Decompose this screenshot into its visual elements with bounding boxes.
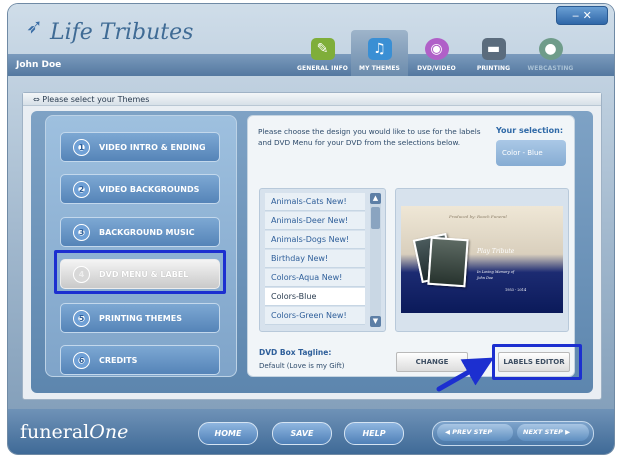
tagline-label: DVD Box Tagline:: [259, 348, 332, 357]
printer-icon: ▬: [481, 38, 506, 60]
next-step-button[interactable]: NEXT STEP ▶: [517, 424, 589, 441]
selection-value: Color - Blue: [496, 140, 566, 166]
list-item[interactable]: Colors-Aqua New!: [265, 269, 365, 287]
tab-webcasting[interactable]: ● WEBCASTING: [522, 30, 579, 76]
app-window: ‒ ✕ ➶ Life Tributes John Doe ✎ GENERAL I…: [8, 4, 614, 454]
tab-label: GENERAL INFO: [297, 65, 348, 72]
themes-panel: ⇔ Please select your Themes 1 VIDEO INTR…: [22, 92, 602, 400]
brand-plain: funeral: [20, 421, 90, 443]
theme-preview: Produced by: Roach Funeral Play Tribute …: [401, 206, 563, 313]
funeral-one-logo: funeralOne: [20, 421, 128, 443]
step-number-5-icon: 5: [73, 309, 90, 327]
help-button[interactable]: HELP: [344, 422, 404, 445]
step-printing-themes[interactable]: 5 PRINTING THEMES: [60, 303, 220, 333]
preview-dates: 1953 - 2014: [505, 288, 527, 292]
list-item[interactable]: Colors-Blue: [265, 288, 365, 306]
scroll-thumb[interactable]: [371, 207, 380, 229]
app-logo: Life Tributes: [50, 20, 193, 45]
tab-label: DVD/VIDEO: [417, 65, 456, 72]
step-number-6-icon: 6: [73, 351, 90, 369]
brand-italic: One: [89, 421, 129, 443]
step-nav: ◀ PREV STEP NEXT STEP ▶: [432, 421, 594, 446]
next-step-label: NEXT STEP: [523, 428, 563, 436]
steps-column: 1 VIDEO INTRO & ENDING 2 VIDEO BACKGROUN…: [45, 115, 237, 377]
user-name: John Doe: [16, 60, 62, 70]
panel-title-icon: ⇔: [33, 95, 43, 104]
selection-label: Your selection:: [496, 126, 564, 135]
list-item[interactable]: Animals-Deer New!: [265, 212, 365, 230]
document-edit-icon: ✎: [310, 38, 335, 60]
labels-editor-highlight: [492, 344, 582, 380]
list-item[interactable]: Birthday New!: [265, 250, 365, 268]
step-number-2-icon: 2: [73, 180, 90, 198]
save-button[interactable]: SAVE: [272, 422, 332, 445]
list-item[interactable]: Animals-Dogs New!: [265, 231, 365, 249]
tagline-value: Default (Love is my Gift): [259, 362, 345, 370]
preview-title: Play Tribute: [477, 248, 515, 255]
preview-producer: Produced by: Roach Funeral: [449, 214, 507, 219]
preview-memory-line2: John Doe: [477, 276, 494, 280]
main-tabs: ✎ GENERAL INFO ♫ MY THEMES ◉ DVD/VIDEO ▬…: [294, 30, 579, 76]
tab-label: PRINTING: [476, 65, 511, 72]
list-item[interactable]: Animals-Cats New!: [265, 193, 365, 211]
chevron-right-icon: ▶: [562, 428, 571, 436]
step-credits[interactable]: 6 CREDITS: [60, 345, 220, 375]
theme-content: Please choose the design you would like …: [247, 115, 575, 377]
step-label: VIDEO BACKGROUNDS: [99, 184, 200, 194]
pointer-arrow-icon: [436, 357, 493, 392]
home-button[interactable]: HOME: [198, 422, 258, 445]
selected-step-highlight: [54, 250, 226, 294]
tab-general-info[interactable]: ✎ GENERAL INFO: [294, 30, 351, 76]
tab-dvd-video[interactable]: ◉ DVD/VIDEO: [408, 30, 465, 76]
step-label: CREDITS: [99, 355, 138, 365]
prev-step-label: PREV STEP: [452, 428, 493, 436]
disc-icon: ◉: [424, 38, 449, 60]
instructions-text: Please choose the design you would like …: [258, 127, 481, 147]
bird-logo-icon: ➶: [26, 14, 43, 38]
preview-photo-front: [427, 236, 469, 288]
tab-printing[interactable]: ▬ PRINTING: [465, 30, 522, 76]
music-note-icon: ♫: [367, 38, 392, 60]
prev-step-button[interactable]: ◀ PREV STEP: [437, 424, 513, 441]
step-video-backgrounds[interactable]: 2 VIDEO BACKGROUNDS: [60, 174, 220, 204]
tab-my-themes[interactable]: ♫ MY THEMES: [351, 30, 408, 76]
step-video-intro-ending[interactable]: 1 VIDEO INTRO & ENDING: [60, 132, 220, 162]
webcam-icon: ●: [538, 38, 563, 60]
theme-preview-frame: Produced by: Roach Funeral Play Tribute …: [395, 188, 569, 332]
tab-label: MY THEMES: [359, 65, 400, 72]
theme-list: Animals-Cats New! Animals-Deer New! Anim…: [259, 188, 386, 332]
preview-memory-line1: In Loving Memory of: [477, 270, 515, 274]
brand-text: Life Tributes: [50, 20, 194, 45]
list-item[interactable]: Colors-Green New!: [265, 307, 365, 325]
scroll-down-icon[interactable]: ▼: [370, 316, 381, 327]
panel-title-text: Please select your Themes: [42, 95, 150, 104]
step-background-music[interactable]: 3 BACKGROUND MUSIC: [60, 217, 220, 247]
panel-title: ⇔ Please select your Themes: [23, 93, 601, 106]
window-controls[interactable]: ‒ ✕: [556, 6, 608, 25]
step-label: PRINTING THEMES: [99, 313, 182, 323]
footer-bar: funeralOne HOME SAVE HELP ◀ PREV STEP NE…: [8, 409, 614, 454]
scroll-up-icon[interactable]: ▲: [370, 193, 381, 204]
step-number-1-icon: 1: [73, 138, 90, 156]
step-number-3-icon: 3: [73, 223, 90, 241]
theme-list-scrollbar[interactable]: ▲ ▼: [370, 193, 381, 327]
step-label: VIDEO INTRO & ENDING: [99, 142, 206, 152]
tab-label: WEBCASTING: [527, 65, 574, 72]
step-label: BACKGROUND MUSIC: [99, 227, 195, 237]
